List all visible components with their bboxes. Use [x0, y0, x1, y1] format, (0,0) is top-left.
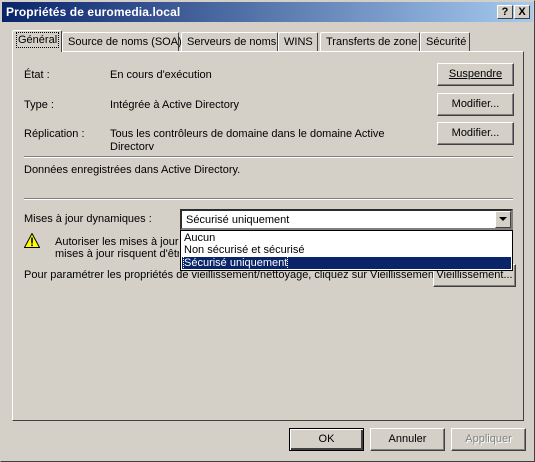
replication-modify-button[interactable]: Modifier... [437, 122, 514, 145]
replication-value: Tous les contrôleurs de domaine dans le … [110, 128, 410, 150]
state-label: État : [24, 69, 50, 81]
tab-general[interactable]: Général [12, 30, 62, 52]
title-bar[interactable]: Propriétés de euromedia.local ? X [2, 2, 533, 22]
dynamic-updates-combobox[interactable]: Sécurisé uniquement [180, 209, 513, 230]
state-value: En cours d'exécution [110, 69, 212, 81]
chevron-down-icon[interactable] [495, 211, 511, 228]
data-stored-text: Données enregistrées dans Active Directo… [24, 164, 241, 176]
warning-text-line1: Autoriser les mises à jour dynamiques no… [55, 236, 179, 248]
option-securise-uniquement[interactable]: Sécurisé uniquement [182, 256, 511, 270]
dynamic-updates-selected: Sécurisé uniquement [186, 214, 290, 226]
dynamic-updates-dropdown: Aucun Non sécurisé et sécurisé Sécurisé … [180, 230, 513, 271]
type-value: Intégrée à Active Directory [110, 99, 240, 111]
dynamic-updates-label: Mises à jour dynamiques : [24, 213, 152, 225]
tab-name-servers[interactable]: Serveurs de noms [181, 32, 278, 51]
close-button[interactable]: X [514, 5, 530, 19]
replication-value-line1: Tous les contrôleurs de domaine dans le … [110, 128, 385, 140]
ok-button[interactable]: OK [289, 428, 364, 451]
tab-general-label: Général [15, 32, 60, 48]
apply-button[interactable]: Appliquer [451, 428, 526, 451]
properties-dialog: Propriétés de euromedia.local ? X Généra… [0, 0, 535, 462]
separator [24, 198, 513, 200]
tab-wins[interactable]: WINS [278, 32, 318, 51]
warning-text-line2: mises à jour risquent d'être [55, 248, 179, 260]
cancel-button[interactable]: Annuler [370, 428, 445, 451]
tab-soa[interactable]: Source de noms (SOA) [62, 32, 182, 51]
suspend-button[interactable]: Suspendre [437, 63, 514, 86]
warning-text: Autoriser les mises à jour dynamiques no… [55, 236, 179, 264]
option-aucun[interactable]: Aucun [182, 232, 511, 244]
replication-label: Réplication : [24, 128, 85, 140]
warning-icon [23, 232, 41, 251]
suspend-button-label: Suspendre [448, 68, 503, 80]
type-label: Type : [24, 99, 54, 111]
type-modify-button[interactable]: Modifier... [437, 93, 514, 116]
option-securise-uniquement-label: Sécurisé uniquement [182, 256, 289, 270]
replication-value-line2: Directory [110, 141, 155, 150]
option-non-securise-et-securise[interactable]: Non sécurisé et sécurisé [182, 244, 511, 256]
tab-security[interactable]: Sécurité [420, 32, 470, 51]
window-title: Propriétés de euromedia.local [6, 5, 181, 19]
tab-zone-transfers[interactable]: Transferts de zone [320, 32, 420, 51]
help-button[interactable]: ? [497, 5, 513, 19]
separator [24, 156, 513, 158]
